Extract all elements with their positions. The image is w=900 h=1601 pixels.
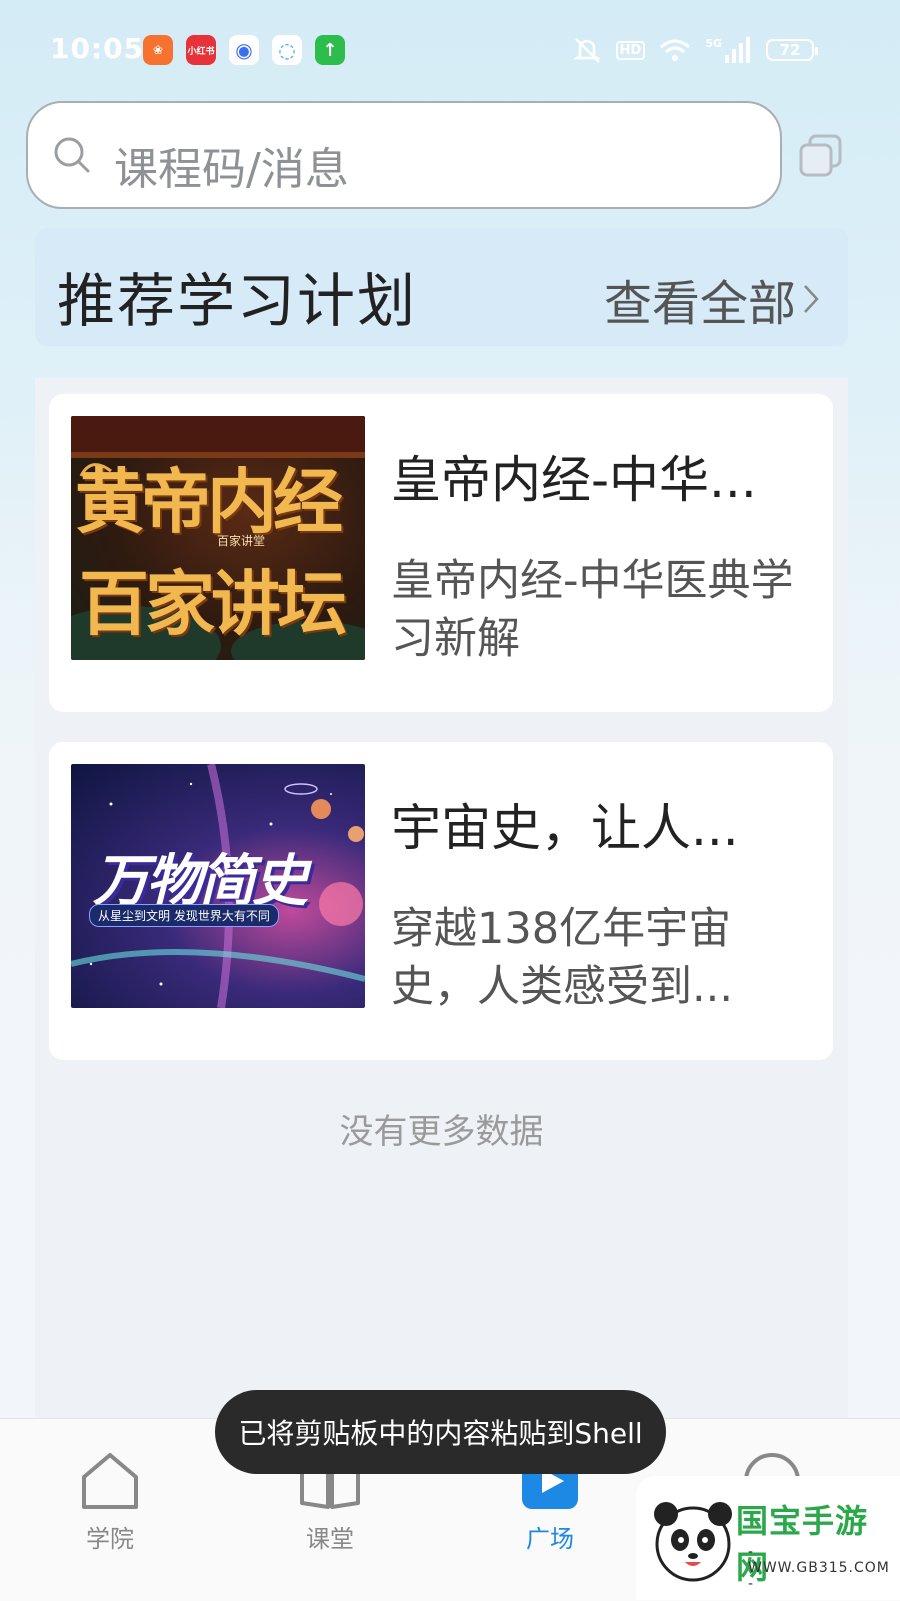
course-card[interactable]: 黄帝内经 百家讲堂 百家讲坛 皇帝内经-中华... 皇帝内经-中华医典学习新解 [49, 394, 833, 712]
battery-level: 72 [779, 41, 801, 59]
chat-icon: ◌ [272, 35, 302, 65]
app-circle-icon: ◉ [229, 35, 259, 65]
list-end-message: 没有更多数据 [339, 1112, 544, 1152]
chevron-right-icon [804, 285, 819, 313]
mute-icon [572, 38, 601, 63]
hd-icon: HD [615, 40, 646, 60]
nav-label: 课堂 [306, 1525, 354, 1553]
thumb-title-line2: 百家讲坛 [79, 562, 347, 645]
search-input[interactable]: 课程码/消息 [114, 133, 349, 197]
nav-label: 广场 [526, 1525, 574, 1553]
plan-section-header: 推荐学习计划 查看全部 [35, 228, 848, 346]
status-bar: 10:05 ❀ 小红书 ◉ ◌ ↑ HD 5G 72 [0, 0, 900, 100]
view-all-label: 查看全部 [603, 276, 796, 332]
wifi-icon [660, 39, 691, 61]
course-description: 皇帝内经-中华医典学习新解 [391, 556, 794, 664]
course-card[interactable]: 万物简史 从星尘到文明 发现世界大有不同 宇宙史，让人... 穿越138亿年宇宙… [49, 742, 833, 1060]
course-thumbnail: 万物简史 从星尘到文明 发现世界大有不同 [71, 764, 365, 1008]
xiaohongshu-icon: 小红书 [186, 35, 216, 65]
thumb-subtitle: 从星尘到文明 发现世界大有不同 [89, 904, 279, 927]
watermark-url: - WWW.GB315.COM - [748, 1544, 890, 1592]
view-all-link[interactable]: 查看全部 [604, 264, 822, 334]
thumb-badge: 百家讲堂 [217, 534, 266, 548]
system-icons: HD 5G 72 [572, 34, 818, 66]
nav-label: 学院 [86, 1525, 134, 1553]
copy-icon[interactable] [798, 133, 844, 179]
status-time: 10:05 [50, 32, 145, 65]
thumb-title-line1: 黄帝内经 [75, 460, 343, 543]
upload-icon: ↑ [315, 35, 345, 65]
network-type: 5G [705, 37, 722, 50]
battery-icon: 72 [766, 39, 818, 61]
course-list: 黄帝内经 百家讲堂 百家讲坛 皇帝内经-中华... 皇帝内经-中华医典学习新解 … [35, 378, 848, 1418]
search-icon [54, 137, 90, 173]
course-thumbnail: 黄帝内经 百家讲堂 百家讲坛 [71, 416, 365, 660]
watermark: 国宝手游网 - WWW.GB315.COM - [636, 1476, 900, 1600]
search-bar[interactable]: 课程码/消息 [26, 101, 782, 209]
toast-message: 已将剪贴板中的内容粘贴到Shell [215, 1390, 666, 1474]
course-description: 穿越138亿年宇宙史，人类感受到... [391, 904, 734, 1012]
course-title: 皇帝内经-中华... [391, 451, 757, 509]
kuaishou-icon: ❀ [143, 35, 173, 65]
home-icon [82, 1453, 138, 1509]
signal-icon [725, 37, 750, 63]
panda-logo-icon [654, 1502, 732, 1582]
course-title: 宇宙史，让人... [391, 799, 739, 857]
nav-tab-academy[interactable]: 学院 [50, 1449, 170, 1554]
plan-title: 推荐学习计划 [57, 267, 418, 335]
